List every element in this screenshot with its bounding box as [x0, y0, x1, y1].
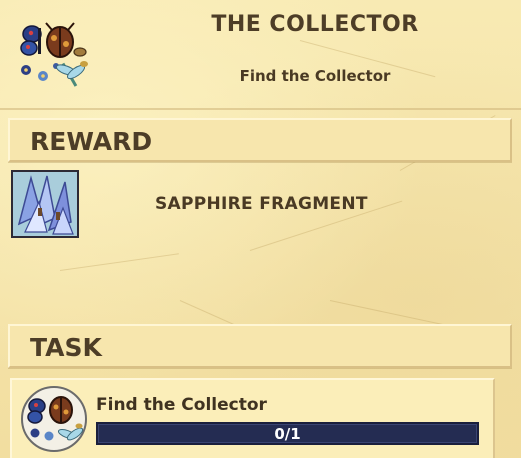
task-progress-bar: 0/1	[96, 422, 479, 445]
task-name: Find the Collector	[96, 395, 267, 415]
quest-title: THE COLLECTOR	[211, 12, 419, 37]
task-progress-text: 0/1	[274, 425, 301, 443]
reward-section-header: REWARD	[8, 118, 512, 162]
reward-section-label: REWARD	[30, 127, 153, 156]
sapphire-fragment-icon[interactable]	[11, 170, 79, 238]
header-divider	[0, 108, 521, 110]
task-section-label: TASK	[30, 333, 102, 362]
task-section-header: TASK	[8, 324, 512, 368]
quest-header: THE COLLECTOR Find the Collector	[0, 0, 521, 110]
reward-item-name: SAPPHIRE FRAGMENT	[155, 194, 368, 214]
collector-icon	[20, 22, 88, 87]
collector-icon	[21, 386, 87, 452]
quest-subtitle: Find the Collector	[239, 67, 391, 85]
